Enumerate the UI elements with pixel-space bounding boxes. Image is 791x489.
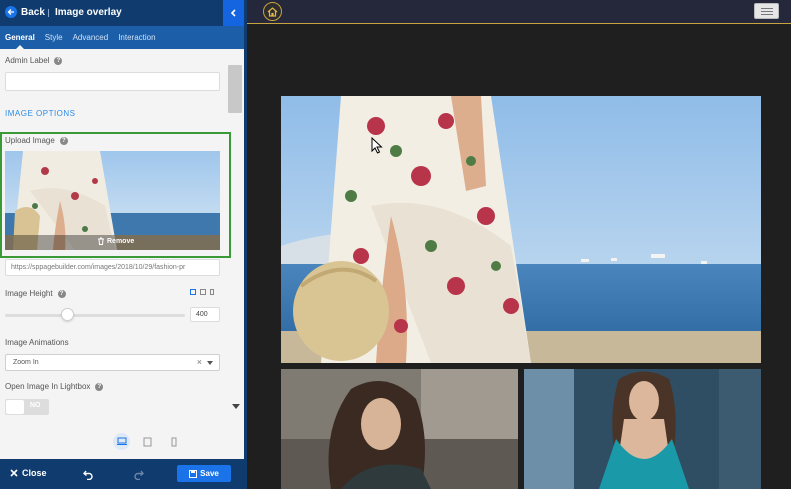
title-separator [48,9,49,17]
tab-interaction[interactable]: Interaction [113,26,160,49]
main-photo [281,96,761,363]
redo-button[interactable] [133,467,144,485]
admin-label-text: Admin Label [5,56,50,65]
image-animation-value: Zoom In [13,359,39,366]
mobile-preview-button[interactable] [165,433,182,450]
lightbox-field-label: Open Image In Lightbox ? [5,382,104,391]
back-label: Back [21,6,45,18]
settings-tabs: General Style Advanced Interaction [0,26,244,49]
home-icon [267,6,278,17]
upload-image-field-label: Upload Image ? [5,136,68,145]
panel-header: Back Image overlay [0,0,244,26]
vertical-scrollbar[interactable] [228,65,242,113]
image-overlay-left[interactable] [281,369,518,489]
question-circle-icon[interactable]: ? [57,289,66,298]
mouse-pointer-icon [371,136,383,159]
tab-advanced[interactable]: Advanced [68,26,114,49]
question-circle-icon[interactable]: ? [54,56,63,65]
undo-icon [83,470,93,481]
image-height-field-label: Image Height ? [5,289,66,298]
uploaded-photo [5,151,220,250]
admin-label-field-label: Admin Label ? [5,56,63,65]
chevron-left-icon [230,9,236,17]
settings-panel: Back Image overlay General Style Advance… [0,0,244,489]
page-preview [247,0,791,489]
lightbox-toggle[interactable]: NO [5,399,49,415]
image-overlay-right[interactable] [524,369,761,489]
upload-image-label: Upload Image [5,136,55,145]
image-url-input[interactable]: https://sppagebuilder.com/images/2018/10… [5,259,220,276]
desktop-preview-button[interactable] [113,433,130,450]
remove-label: Remove [107,237,135,245]
question-circle-icon[interactable]: ? [59,136,68,145]
page-builder-window: Back Image overlay General Style Advance… [0,0,791,489]
settings-scroll-area[interactable]: Admin Label ? IMAGE OPTIONS Upload Image… [0,49,244,459]
close-button[interactable]: Close [10,468,47,478]
image-height-input[interactable]: 400 [190,307,220,322]
desktop-icon [116,437,127,445]
image-height-label: Image Height [5,289,53,298]
home-button[interactable] [263,2,282,21]
device-preview-switcher [113,433,182,450]
collapse-panel-button[interactable] [223,0,244,26]
back-button[interactable]: Back [5,6,45,18]
responsive-device-switcher [190,289,214,295]
tab-style[interactable]: Style [40,26,68,49]
close-label: Close [22,468,47,478]
toggle-knob [6,400,24,414]
image-animations-field-label: Image Animations [5,338,69,347]
save-label: Save [200,469,219,478]
scroll-down-icon[interactable] [232,404,240,409]
panel-footer: Close Save [0,459,244,489]
image-animation-select[interactable]: Zoom In × [5,354,220,371]
question-circle-icon[interactable]: ? [95,382,104,391]
image-height-slider-handle[interactable] [61,308,74,321]
clear-selection-icon[interactable]: × [197,355,202,370]
image-height-slider[interactable] [5,314,185,317]
uploaded-image-preview[interactable]: Remove [5,151,220,250]
lightbox-toggle-state: NO [30,402,41,409]
x-icon [10,469,18,477]
hamburger-menu-button[interactable] [754,3,779,19]
undo-button[interactable] [83,467,94,485]
tab-general[interactable]: General [0,26,40,49]
floppy-disk-icon [189,469,198,478]
mobile-icon [171,437,176,446]
image-options-heading: IMAGE OPTIONS [5,109,76,118]
save-button[interactable]: Save [177,465,231,482]
right-photo [524,369,761,489]
image-overlay-main[interactable] [281,96,761,363]
lightbox-label: Open Image In Lightbox [5,382,91,391]
tablet-preview-button[interactable] [139,433,156,450]
site-header [247,0,791,24]
trash-icon [98,237,104,245]
arrow-left-icon [5,6,17,18]
chevron-down-icon [207,361,213,365]
redo-icon [134,470,144,481]
tablet-icon[interactable] [200,289,206,295]
remove-image-button[interactable]: Remove [97,237,134,245]
desktop-icon[interactable] [190,289,196,295]
mobile-icon[interactable] [210,289,214,295]
image-animations-label: Image Animations [5,338,69,347]
tablet-icon [143,437,152,446]
left-photo [281,369,518,489]
panel-title: Image overlay [55,7,122,18]
admin-label-input[interactable] [5,72,220,91]
